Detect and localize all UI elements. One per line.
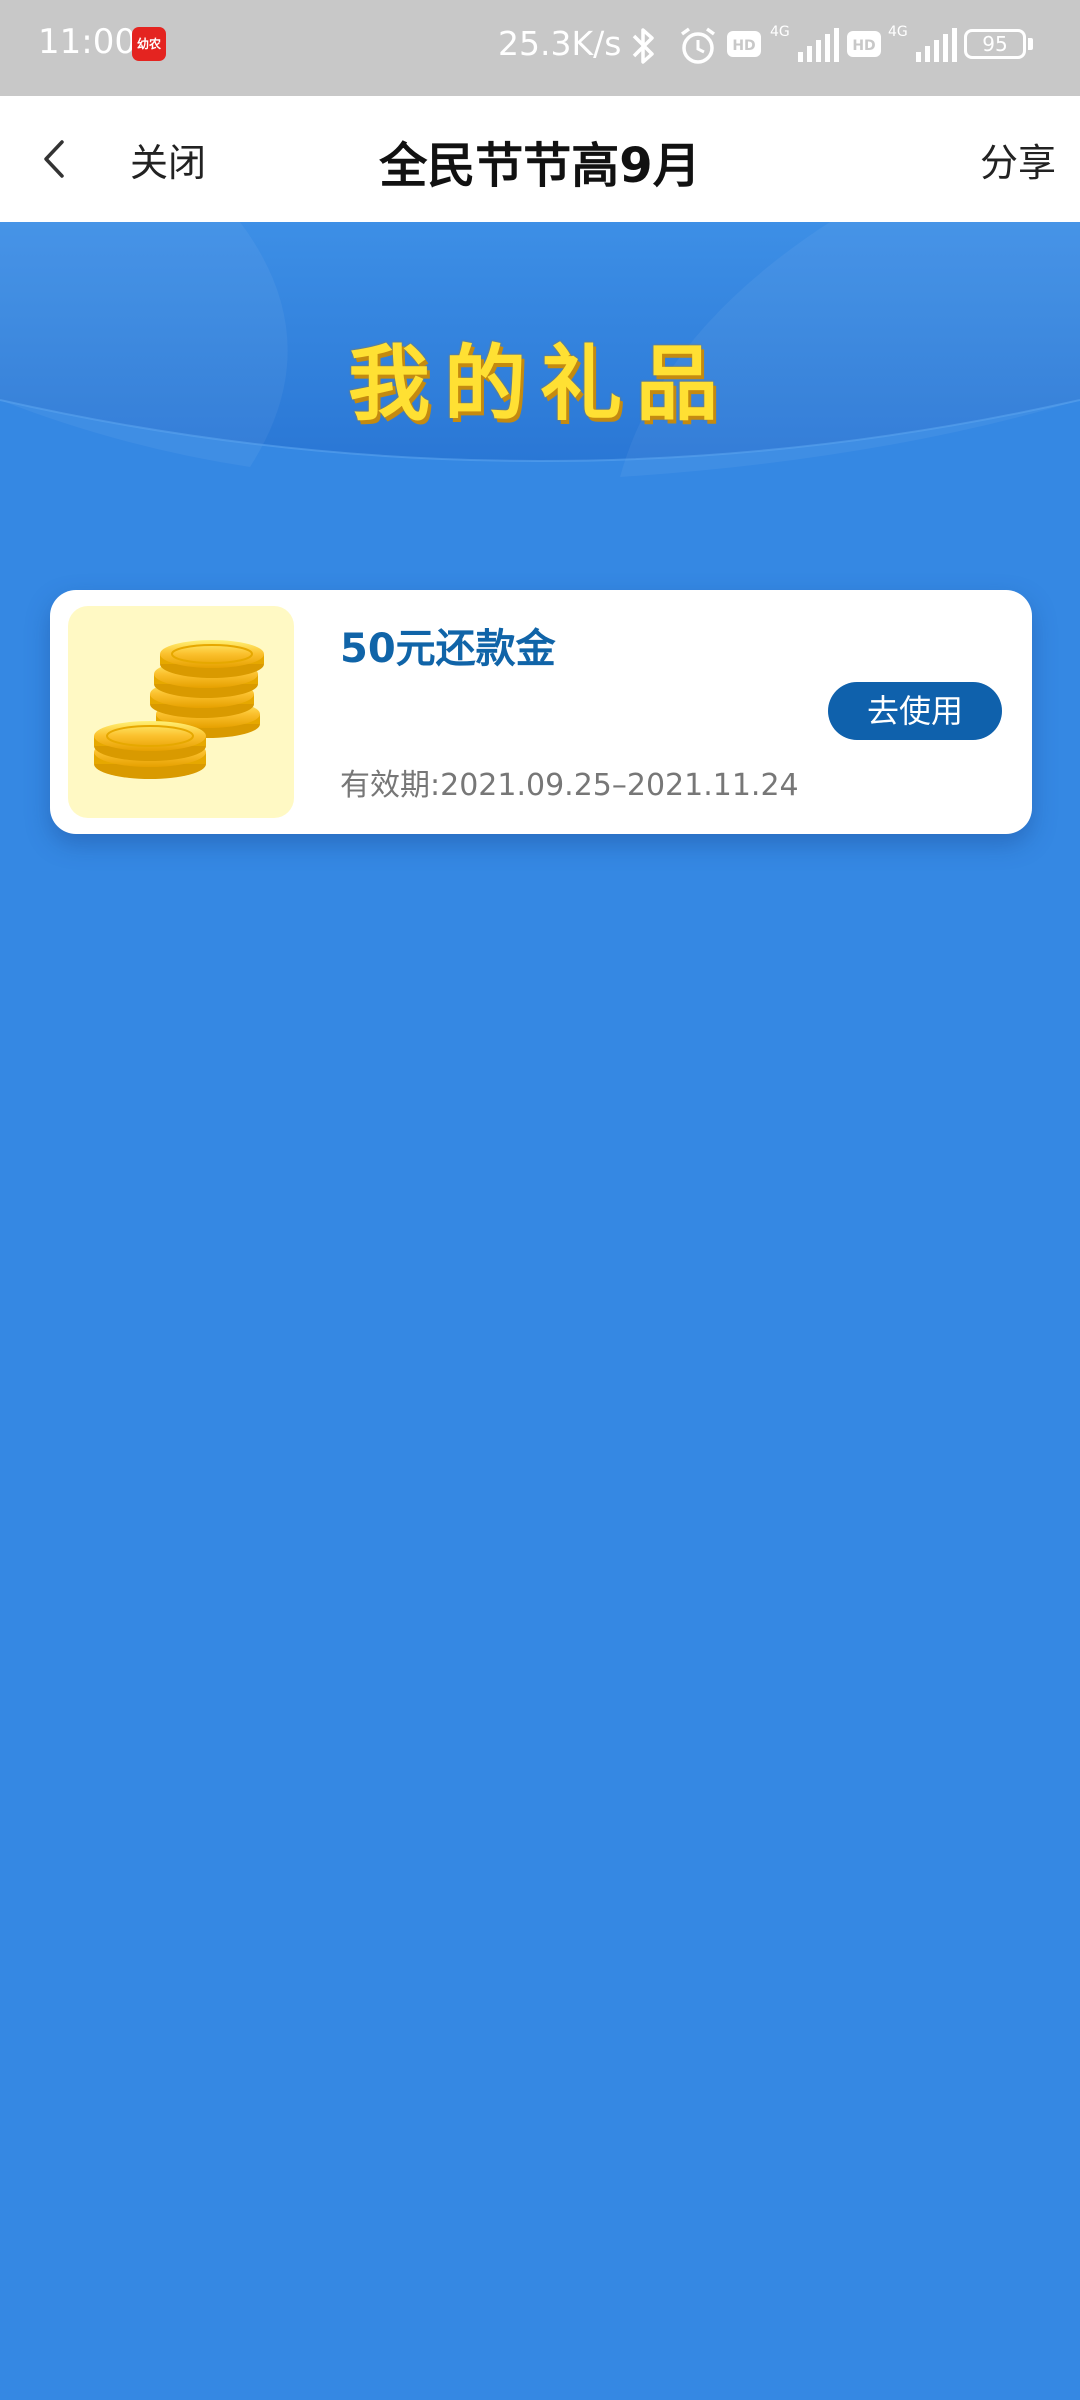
network-type-text: 4G	[888, 24, 908, 40]
battery-icon: 95	[964, 29, 1026, 59]
hd-icon: HD	[847, 31, 881, 57]
share-button[interactable]: 分享	[980, 132, 1056, 187]
use-gift-button[interactable]: 去使用	[828, 682, 1002, 740]
status-time: 11:00	[38, 22, 136, 62]
app-notification-icon: 幼农	[132, 27, 166, 61]
gift-name: 50元还款金	[340, 626, 556, 672]
hd-text: HD	[852, 38, 875, 54]
back-icon[interactable]	[30, 126, 90, 192]
gift-validity-period: 有效期:2021.09.25–2021.11.24	[340, 768, 799, 803]
signal-strength-icon: 4G	[888, 24, 957, 62]
battery-cap	[1028, 38, 1033, 50]
network-type-text: 4G	[770, 24, 790, 40]
gold-coins-icon	[94, 640, 264, 779]
bluetooth-icon	[632, 28, 654, 64]
hd-icon: HD	[727, 31, 761, 57]
gift-thumbnail	[68, 606, 294, 818]
banner-title: 我的礼品	[347, 337, 732, 432]
gift-card: 50元还款金 有效期:2021.09.25–2021.11.24 去使用	[50, 590, 1032, 834]
signal-strength-icon: 4G	[770, 24, 839, 62]
close-button[interactable]: 关闭	[130, 132, 206, 187]
alarm-icon	[680, 27, 716, 64]
network-speed: 25.3K/s	[498, 24, 622, 63]
nav-bar: 全民节节高9月 关闭 分享	[0, 96, 1080, 222]
header-banner: 我的礼品	[0, 222, 1080, 484]
status-bar: 11:00 幼农 25.3K/s HD 4G HD 4G 95	[0, 0, 1080, 96]
battery-level: 95	[982, 32, 1008, 56]
hd-text: HD	[732, 38, 755, 54]
